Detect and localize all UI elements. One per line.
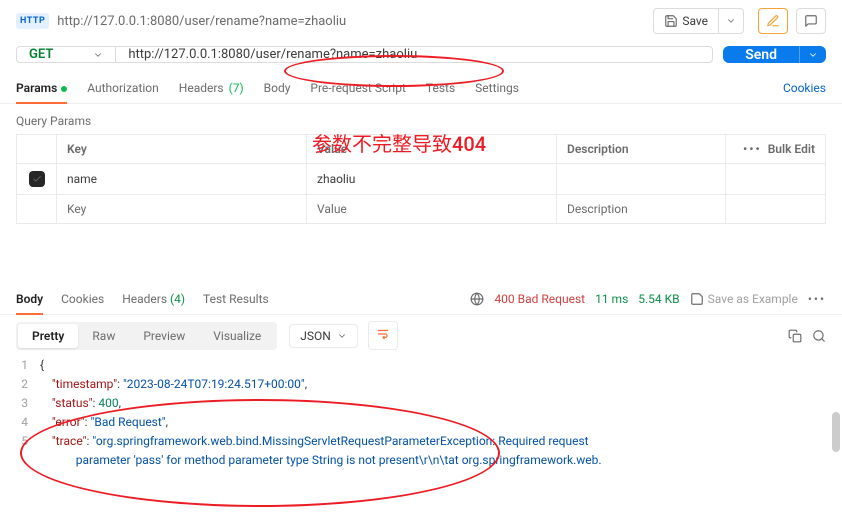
tab-headers-label: Headers [179,81,224,95]
tab-params-label: Params [16,81,57,95]
tab-body[interactable]: Body [264,73,291,103]
scrollbar[interactable] [832,412,840,452]
resp-tab-headers[interactable]: Headers (4) [122,284,185,314]
save-button[interactable]: Save [653,8,719,34]
view-raw[interactable]: Raw [78,324,129,348]
tab-params[interactable]: Params [16,73,67,103]
chevron-down-icon [808,50,818,60]
edit-docs-button[interactable] [758,8,788,34]
chevron-down-icon [726,16,736,26]
new-desc-input[interactable]: Description [557,195,726,224]
resp-tab-headers-label: Headers [122,292,167,306]
col-value[interactable]: Value [307,135,557,164]
table-row: name zhaoliu [17,164,826,195]
chevron-down-icon [93,50,103,60]
save-button-group: Save [653,8,744,34]
more-options[interactable]: ••• [743,142,762,156]
check-icon [32,174,42,184]
method-label: GET [29,47,53,62]
view-preview[interactable]: Preview [129,324,199,348]
param-value-input[interactable]: zhaoliu [307,164,557,195]
json-key: "timestamp" [52,377,117,391]
search-response-icon[interactable] [812,329,826,343]
status-code[interactable]: 400 Bad Request [494,292,585,306]
json-val: "Bad Request" [91,415,166,429]
tab-tests[interactable]: Tests [426,73,455,103]
view-visualize[interactable]: Visualize [199,324,275,348]
wrap-icon [376,327,390,341]
col-desc[interactable]: Description [557,135,726,164]
tab-authorization[interactable]: Authorization [87,73,159,103]
tab-settings[interactable]: Settings [475,73,519,103]
tab-headers-count: (7) [229,81,244,95]
json-val: 400 [98,396,118,410]
url-base: http://127.0.0.1:8080/user/rename [128,47,330,62]
new-key-input[interactable]: Key [57,195,307,224]
http-badge: HTTP [16,13,49,29]
param-desc-input[interactable] [557,164,726,195]
json-key: "status" [52,396,93,410]
resp-tab-cookies[interactable]: Cookies [61,284,104,314]
wrap-lines-button[interactable] [368,321,398,350]
request-title: http://127.0.0.1:8080/user/rename?name=z… [57,14,645,29]
save-icon [690,292,704,306]
col-key[interactable]: Key [57,135,307,164]
json-key: "trace" [52,434,87,448]
status-time[interactable]: 11 ms [595,292,628,306]
resp-more[interactable]: ••• [808,292,826,306]
url-query: ?name=zhaoliu [330,47,417,62]
method-select[interactable]: GET [16,46,116,63]
status-size[interactable]: 5.54 KB [638,292,679,306]
query-params-table: Key Value Description ••• Bulk Edit name… [16,134,826,224]
row-checkbox[interactable] [29,171,45,187]
send-dropdown[interactable] [799,46,826,63]
save-as-example[interactable]: Save as Example [690,292,798,306]
format-select[interactable]: JSON [289,324,358,348]
save-dropdown[interactable] [719,8,744,34]
view-segment: Pretty Raw Preview Visualize [16,322,277,350]
pencil-icon [766,14,780,28]
response-body[interactable]: 1{ 2 "timestamp": "2023-08-24T07:19:24.5… [0,356,842,470]
table-row-new: Key Value Description [17,195,826,224]
json-val: parameter 'pass' for method parameter ty… [64,453,602,467]
resp-tab-headers-count: (4) [170,292,185,306]
save-label: Save [682,14,708,28]
view-pretty[interactable]: Pretty [18,324,78,348]
save-as-example-label: Save as Example [708,292,798,306]
table-header-row: Key Value Description ••• Bulk Edit [17,135,826,164]
json-key: "error" [52,415,85,429]
send-button[interactable]: Send [723,46,799,63]
resp-tab-test-results[interactable]: Test Results [203,284,269,314]
copy-icon[interactable] [788,329,802,343]
cookies-link[interactable]: Cookies [783,81,826,95]
save-icon [664,14,678,28]
resp-tab-body[interactable]: Body [16,284,43,314]
tab-headers[interactable]: Headers (7) [179,73,244,103]
new-value-input[interactable]: Value [307,195,557,224]
query-params-title: Query Params [0,104,842,134]
url-input[interactable]: http://127.0.0.1:8080/user/rename?name=z… [116,46,713,63]
params-indicator [61,86,67,92]
tab-prerequest[interactable]: Pre-request Script [310,73,405,103]
comments-button[interactable] [796,8,826,34]
json-val: "2023-08-24T07:19:24.517+00:00" [123,377,305,391]
format-label: JSON [300,329,331,343]
param-key-input[interactable]: name [57,164,307,195]
comment-icon [804,14,818,28]
chevron-down-icon [337,331,347,341]
globe-icon[interactable] [470,292,484,306]
bulk-edit[interactable]: Bulk Edit [768,142,815,156]
json-val: "org.springframework.web.bind.MissingSer… [92,434,588,448]
